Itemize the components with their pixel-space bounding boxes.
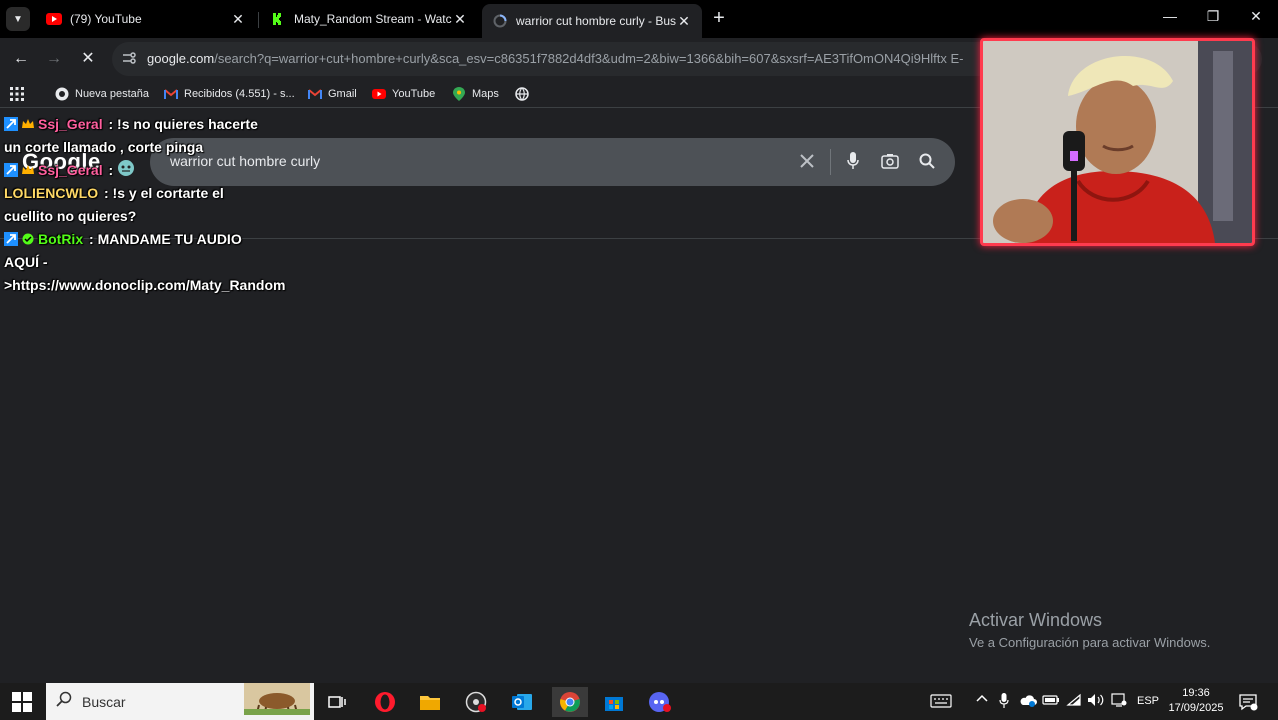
url-text: google.com/search?q=warrior+cut+hombre+c… [147,51,963,66]
restore-icon[interactable]: ❐ [1203,8,1223,25]
chat-username[interactable]: Ssj_Geral [38,116,103,132]
clear-search-icon[interactable] [796,150,818,172]
search-icon [56,691,72,712]
maps-icon [452,87,466,101]
camera-search-icon[interactable] [879,150,901,172]
bookmark-label: Gmail [328,88,357,100]
subscriber-badge-icon [4,115,18,131]
taskbar-clock[interactable]: 19:36 17/09/2025 [1160,686,1232,716]
forward-icon[interactable]: → [43,48,65,70]
bookmark-label: Recibidos (4.551) - s... [184,88,295,100]
bookmark-label: Maps [472,88,499,100]
site-info-icon[interactable] [122,51,138,67]
stream-chat-overlay: Ssj_Geral : !s no quieres hacerte un cor… [4,113,285,297]
chrome-taskbar-icon[interactable] [552,687,588,717]
tab-google-search[interactable]: warrior cut hombre curly - Busc ✕ [482,4,702,38]
search-divider [830,149,831,175]
kick-icon [270,11,286,27]
subscriber-badge-icon [4,161,18,177]
youtube-icon [372,87,386,101]
activation-subtitle: Ve a Configuración para activar Windows. [969,635,1211,650]
tab-title: Maty_Random Stream - Watch [294,12,452,26]
bookmark-youtube[interactable]: YouTube [372,85,435,103]
stop-loading-icon[interactable]: ✕ [77,48,99,70]
streamer-webcam [980,38,1255,246]
url-path: /search?q=warrior+cut+hombre+curly&sca_e… [214,51,964,66]
tab-title: warrior cut hombre curly - Busc [516,14,676,28]
emote-icon [117,159,135,177]
chat-message: Ssj_Geral : !s no quieres hacerte un cor… [4,113,264,159]
bookmark-maps[interactable]: Maps [452,85,499,103]
screen-icon[interactable] [1111,693,1127,710]
gaming-app-icon[interactable] [645,687,675,717]
tab-title: (79) YouTube [70,12,142,26]
close-tab-icon[interactable]: ✕ [676,13,692,30]
chevron-up-icon[interactable] [976,693,988,706]
chat-text: : [104,162,114,178]
close-tab-icon[interactable]: ✕ [230,11,246,28]
gmail-icon [164,87,178,101]
microphone-icon[interactable] [842,150,864,172]
file-explorer-icon[interactable] [415,687,445,717]
microsoft-store-icon[interactable] [599,687,629,717]
back-icon[interactable]: ← [10,48,32,70]
chrome-icon [55,87,69,101]
tab-youtube[interactable]: (79) YouTube ✕ [36,4,256,34]
bookmark-label: YouTube [392,88,436,100]
activation-title: Activar Windows [969,610,1103,630]
loading-icon [492,13,508,29]
close-tab-icon[interactable]: ✕ [452,11,468,28]
onedrive-icon[interactable] [1019,693,1037,710]
verified-badge-icon [21,230,35,245]
bookmark-label: Nueva pestaña [75,88,149,100]
chat-message: BotRix : MANDAME TU AUDIO AQUÍ - >https:… [4,228,285,297]
youtube-icon [46,11,62,27]
tab-separator [258,12,259,28]
battery-icon[interactable] [1042,693,1060,710]
windows-start-icon[interactable] [12,692,32,712]
chat-username[interactable]: BotRix [38,231,83,247]
clock-date: 17/09/2025 [1168,702,1224,714]
globe-icon[interactable] [515,85,529,103]
wifi-icon[interactable] [1066,693,1082,710]
search-box[interactable]: warrior cut hombre curly [150,138,955,186]
chat-username[interactable]: LOLIENCWLO [4,185,98,201]
language-indicator[interactable]: ESP [1137,695,1159,707]
webcam-image [983,41,1252,243]
bookmark-recibidos[interactable]: Recibidos (4.551) - s... [164,85,295,103]
url-host: google.com [147,51,215,66]
outlook-icon[interactable] [507,687,537,717]
tab-strip: ▼ (79) YouTube ✕ Maty_Random Stream - Wa… [0,0,1278,38]
notifications-icon[interactable] [1238,693,1258,714]
clock-time: 19:36 [1182,687,1210,699]
apps-icon[interactable] [10,85,24,103]
taskbar-search-label: Buscar [82,693,126,710]
bookmark-gmail[interactable]: Gmail [308,85,357,103]
gmail-icon [308,87,322,101]
search-icon[interactable] [916,150,938,172]
crown-badge-icon [21,115,35,129]
windows-taskbar: Buscar ESP 19:36 17/09/2025 [0,683,1278,720]
crown-badge-icon [21,161,35,175]
task-view-icon[interactable] [322,687,352,717]
bookmark-nueva-pestana[interactable]: Nueva pestaña [55,85,149,103]
taskbar-search[interactable]: Buscar [46,683,314,720]
minimize-icon[interactable]: — [1160,8,1180,24]
chat-username[interactable]: Ssj_Geral [38,162,103,178]
tab-kick-stream[interactable]: Maty_Random Stream - Watch ✕ [260,4,478,34]
windows-activation-watermark: Activar Windows Ve a Configuración para … [969,610,1210,650]
volume-icon[interactable] [1087,693,1105,710]
subscriber-badge-icon [4,230,18,246]
chat-message: LOLIENCWLO : !s y el cortarte el cuellit… [4,182,264,228]
obs-recording-icon[interactable] [461,687,491,717]
microphone-icon[interactable] [999,693,1009,712]
chat-message: Ssj_Geral : [4,159,264,182]
keyboard-icon[interactable] [930,693,952,712]
new-tab-button[interactable]: + [708,8,730,30]
opera-icon[interactable] [370,687,400,717]
search-highlight-icon [244,683,310,720]
close-window-icon[interactable]: ✕ [1246,8,1266,25]
tab-search-button[interactable]: ▼ [6,7,30,31]
